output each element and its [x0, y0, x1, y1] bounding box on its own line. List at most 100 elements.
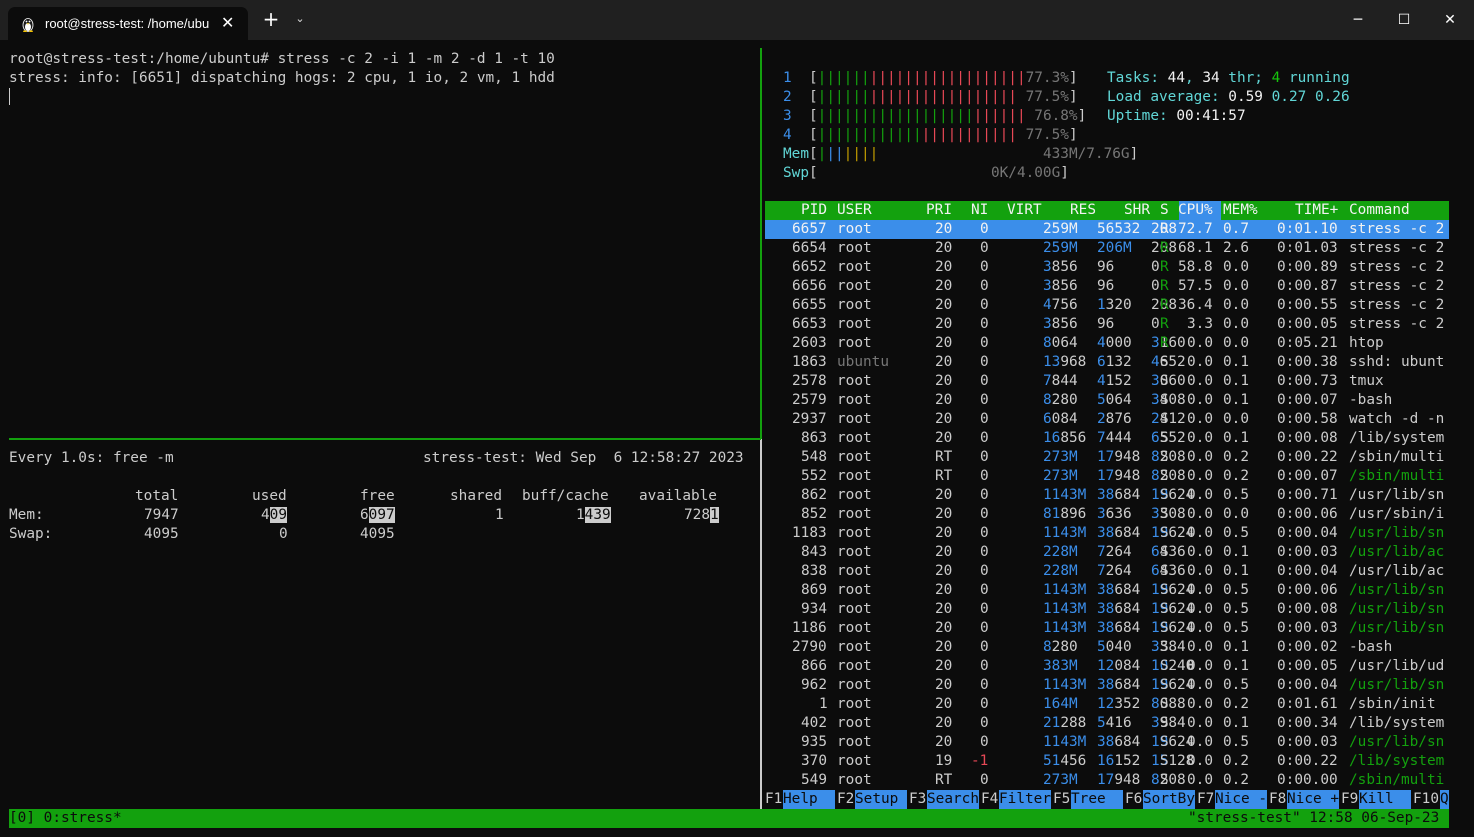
- pane-divider-vertical-lower[interactable]: [760, 439, 762, 809]
- fkey-f6[interactable]: F6: [1125, 790, 1142, 809]
- shell-output: stress: info: [6651] dispatching hogs: 2…: [9, 70, 555, 86]
- tasks-summary: Tasks: 44, 34 thr; 4 running: [1107, 70, 1350, 86]
- fkey-f10[interactable]: F10: [1413, 790, 1439, 809]
- command-cell: watch -d -n: [1349, 411, 1445, 427]
- pri-cell: 20: [935, 487, 953, 503]
- close-window-button[interactable]: ✕: [1427, 5, 1473, 35]
- cpu-bar-system: ||||||||||||||||||: [869, 70, 1026, 86]
- new-tab-button[interactable]: +: [262, 9, 280, 29]
- fkey-f1[interactable]: F1: [765, 790, 782, 809]
- mem-cell: 0.0: [1223, 259, 1249, 275]
- virt-cell: 383M: [1043, 658, 1078, 674]
- virt-cell: 3856: [1043, 278, 1078, 294]
- virt-cell: 259M: [1043, 240, 1078, 256]
- res-cell: 38684: [1097, 525, 1141, 541]
- close-tab-icon[interactable]: ✕: [221, 13, 234, 33]
- state-cell: R: [1160, 259, 1169, 275]
- cpu-cell: 0.0: [1187, 411, 1213, 427]
- virt-cell: 1143M: [1043, 601, 1087, 617]
- mem-cell: 0.0: [1223, 278, 1249, 294]
- fkey-f2[interactable]: F2: [837, 790, 854, 809]
- mem-cell: 0.1: [1223, 392, 1249, 408]
- time-cell: 0:00.00: [1277, 772, 1338, 788]
- pid-cell: 1: [819, 696, 828, 712]
- fkey-f3[interactable]: F3: [909, 790, 926, 809]
- ni-cell: 0: [980, 259, 989, 275]
- res-cell: 38684: [1097, 677, 1141, 693]
- user-cell: root: [837, 601, 872, 617]
- col-shr: SHR: [1124, 202, 1150, 218]
- cpu-meter-1: 1 [||||||||||||||||||||||||77.3%]: [783, 70, 1078, 86]
- fkey-f4[interactable]: F4: [981, 790, 998, 809]
- fkey-label[interactable]: Help: [783, 790, 835, 809]
- cpu-cell: 0.0: [1187, 696, 1213, 712]
- state-cell: S: [1160, 525, 1169, 541]
- state-cell: S: [1160, 753, 1169, 769]
- pri-cell: 20: [935, 544, 953, 560]
- res-cell: 7444: [1097, 430, 1132, 446]
- mem-free: 6097: [360, 507, 395, 523]
- user-cell: root: [837, 506, 872, 522]
- fkey-label[interactable]: SortBy: [1143, 790, 1195, 809]
- state-cell: S: [1160, 696, 1169, 712]
- function-key-bar: F1 Help F2 Setup F3 Search F4 Filter F5 Tree F6…: [765, 790, 1449, 809]
- state-cell: S: [1160, 411, 1169, 427]
- pri-cell: 20: [935, 259, 953, 275]
- fkey-f7[interactable]: F7: [1197, 790, 1214, 809]
- cpu-cell: 57.5: [1178, 278, 1213, 294]
- mem-cell: 0.2: [1223, 753, 1249, 769]
- state-cell: S: [1160, 506, 1169, 522]
- fkey-label[interactable]: Kill: [1359, 790, 1411, 809]
- fkey-f8[interactable]: F8: [1269, 790, 1286, 809]
- time-cell: 0:00.71: [1277, 487, 1338, 503]
- pid-cell: 552: [801, 468, 827, 484]
- virt-cell: 6084: [1043, 411, 1078, 427]
- fkey-label[interactable]: Filter: [999, 790, 1051, 809]
- user-cell: root: [837, 221, 872, 237]
- minimize-button[interactable]: ─: [1335, 5, 1381, 35]
- time-cell: 0:00.87: [1277, 278, 1338, 294]
- terminal-tab[interactable]: root@stress-test: /home/ubu ✕: [8, 7, 248, 40]
- state-cell: S: [1160, 373, 1169, 389]
- pid-cell: 370: [801, 753, 827, 769]
- fkey-label[interactable]: Search: [927, 790, 979, 809]
- fkey-label[interactable]: Setup: [855, 790, 907, 809]
- tmux-window-list[interactable]: [0] 0:stress*: [9, 809, 122, 828]
- pid-cell: 1863: [792, 354, 827, 370]
- mem-label: Mem:: [9, 507, 44, 523]
- res-cell: 17948: [1097, 449, 1141, 465]
- chevron-down-icon[interactable]: ⌄: [292, 9, 308, 29]
- ni-cell: 0: [980, 601, 989, 617]
- res-cell: 6132: [1097, 354, 1132, 370]
- user-cell: root: [837, 240, 872, 256]
- state-cell: R: [1160, 316, 1169, 332]
- res-cell: 12352: [1097, 696, 1141, 712]
- maximize-button[interactable]: ☐: [1381, 5, 1427, 35]
- pri-cell: 20: [935, 582, 953, 598]
- cpu-cell: 0.0: [1187, 506, 1213, 522]
- virt-cell: 81896: [1043, 506, 1087, 522]
- fkey-label[interactable]: Nice -: [1215, 790, 1267, 809]
- fkey-f9[interactable]: F9: [1341, 790, 1358, 809]
- fkey-label[interactable]: Nice +: [1287, 790, 1339, 809]
- ni-cell: 0: [980, 734, 989, 750]
- virt-cell: 228M: [1043, 544, 1078, 560]
- command-cell: /sbin/init: [1349, 696, 1436, 712]
- command-cell: /usr/lib/sn: [1349, 620, 1445, 636]
- fkey-label[interactable]: Q: [1440, 790, 1449, 809]
- time-cell: 0:00.04: [1277, 525, 1338, 541]
- pane-divider-vertical[interactable]: [760, 48, 762, 439]
- command-cell: stress -c 2: [1349, 316, 1445, 332]
- mem-available: 7281: [684, 507, 719, 523]
- state-cell: S: [1160, 582, 1169, 598]
- shell-command-line[interactable]: root@stress-test:/home/ubuntu# stress -c…: [9, 50, 555, 69]
- res-cell: 3636: [1097, 506, 1132, 522]
- fkey-label[interactable]: Tree: [1071, 790, 1123, 809]
- pid-cell: 548: [801, 449, 827, 465]
- pane-divider-horizontal[interactable]: [9, 438, 761, 440]
- state-cell: S: [1160, 354, 1169, 370]
- mem-cell: 0.0: [1223, 411, 1249, 427]
- fkey-f5[interactable]: F5: [1053, 790, 1070, 809]
- mem-cell: 0.0: [1223, 297, 1249, 313]
- cpu-cell: 0.0: [1187, 449, 1213, 465]
